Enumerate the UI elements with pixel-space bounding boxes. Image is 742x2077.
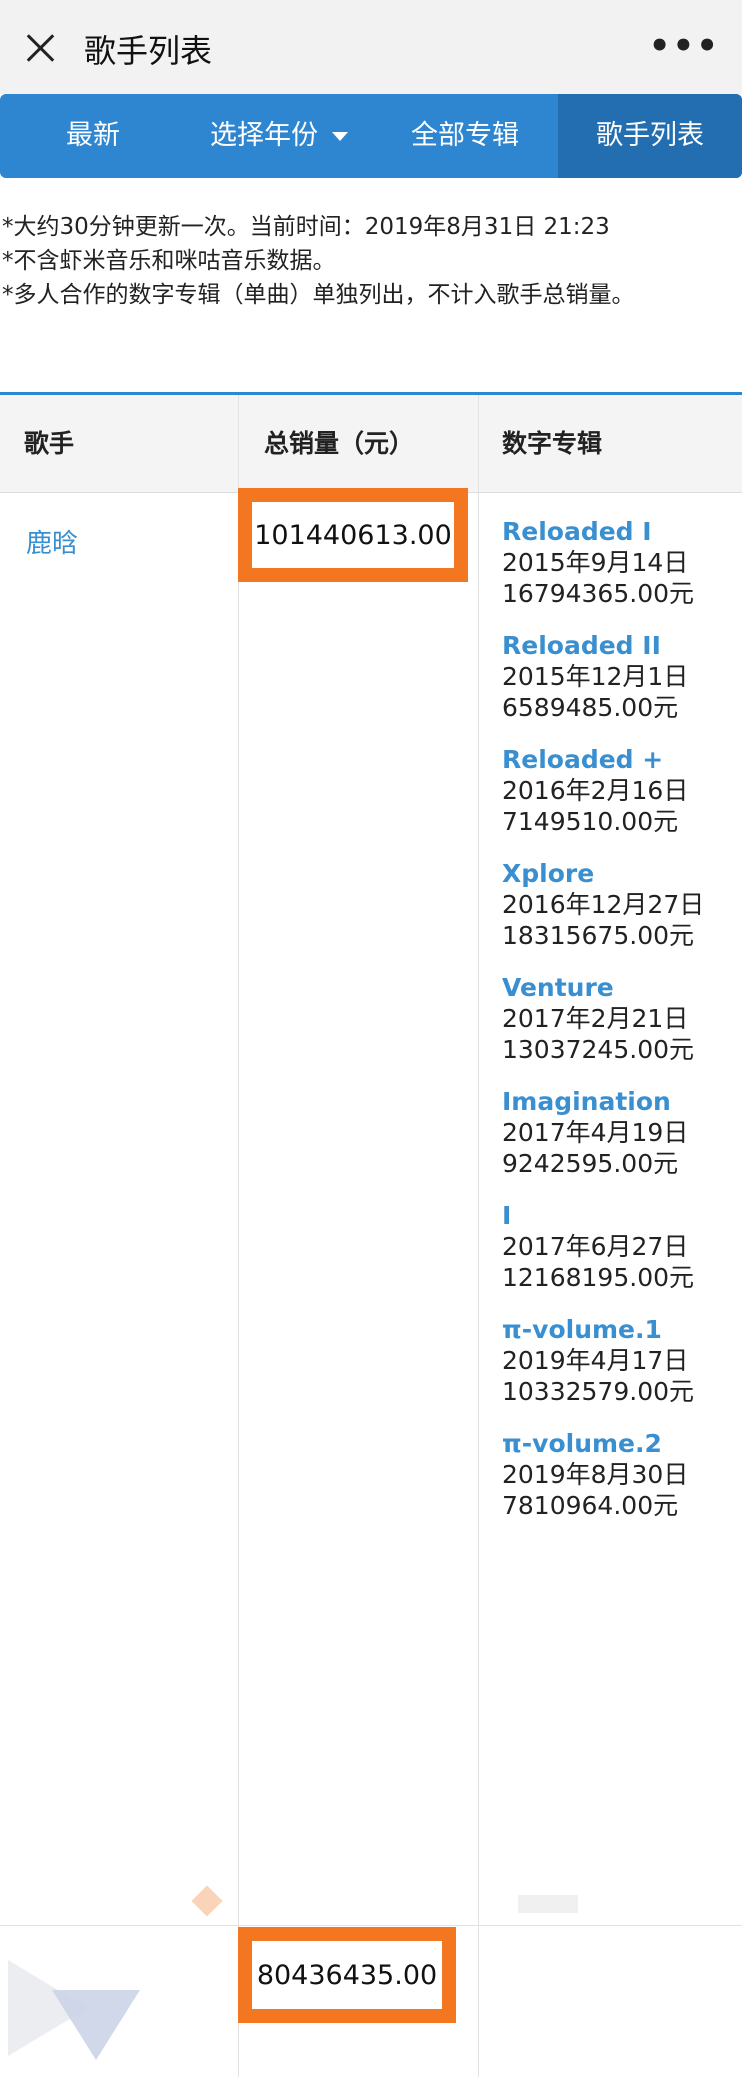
album-sales: 7810964.00元 <box>502 1491 679 1520</box>
album-item: π-volume.1 2019年4月17日 10332579.00元 <box>502 1315 732 1407</box>
album-date: 2019年8月30日 <box>502 1460 689 1489</box>
album-sales: 18315675.00元 <box>502 921 695 950</box>
album-item: Reloaded + 2016年2月16日 7149510.00元 <box>502 745 732 837</box>
tab-bar: 最新 选择年份 全部专辑 歌手列表 <box>0 94 742 178</box>
album-item: Reloaded I 2015年9月14日 16794365.00元 <box>502 517 732 609</box>
album-list: Reloaded I 2015年9月14日 16794365.00元 Reloa… <box>502 517 732 1543</box>
notes: *大约30分钟更新一次。当前时间：2019年8月31日 21:23 *不含虾米音… <box>2 210 740 312</box>
album-date: 2017年2月21日 <box>502 1004 689 1033</box>
chevron-down-icon <box>332 132 348 141</box>
album-sales: 6589485.00元 <box>502 693 679 722</box>
album-date: 2019年4月17日 <box>502 1346 689 1375</box>
album-date: 2016年2月16日 <box>502 776 689 805</box>
total-sales-value: 101440613.00 <box>238 488 468 582</box>
album-link[interactable]: π-volume.1 <box>502 1315 732 1345</box>
album-date: 2015年12月1日 <box>502 662 689 691</box>
album-link[interactable]: Reloaded II <box>502 631 732 661</box>
page-title: 歌手列表 <box>84 32 213 70</box>
header-artist: 歌手 <box>24 429 75 458</box>
album-item: Imagination 2017年4月19日 9242595.00元 <box>502 1087 732 1179</box>
album-date: 2015年9月14日 <box>502 548 689 577</box>
album-link[interactable]: Reloaded + <box>502 745 732 775</box>
album-link[interactable]: Imagination <box>502 1087 732 1117</box>
album-date: 2017年6月27日 <box>502 1232 689 1261</box>
album-date: 2017年4月19日 <box>502 1118 689 1147</box>
note-collab: *多人合作的数字专辑（单曲）单独列出，不计入歌手总销量。 <box>2 282 635 308</box>
album-sales: 13037245.00元 <box>502 1035 695 1064</box>
artist-link[interactable]: 鹿晗 <box>26 523 78 560</box>
tab-artist-list[interactable]: 歌手列表 <box>558 94 742 178</box>
more-menu-icon[interactable]: ••• <box>649 26 720 66</box>
album-sales: 16794365.00元 <box>502 579 695 608</box>
table-header: 歌手 总销量（元） 数字专辑 <box>0 395 742 493</box>
total-sales-value: 80436435.00 <box>238 1927 456 2023</box>
sales-table: 歌手 总销量（元） 数字专辑 鹿晗 101440613.00 Reloaded … <box>0 392 742 2077</box>
album-sales: 7149510.00元 <box>502 807 679 836</box>
tab-select-year[interactable]: 选择年份 <box>186 94 372 178</box>
note-update: *大约30分钟更新一次。当前时间：2019年8月31日 21:23 <box>2 214 610 240</box>
close-icon[interactable] <box>20 28 60 68</box>
album-date: 2016年12月27日 <box>502 890 705 919</box>
album-item: Reloaded II 2015年12月1日 6589485.00元 <box>502 631 732 723</box>
title-bar: 歌手列表 ••• <box>0 0 742 94</box>
header-albums: 数字专辑 <box>502 429 603 458</box>
album-link[interactable]: π-volume.2 <box>502 1429 732 1459</box>
row-divider <box>0 1925 742 1926</box>
album-sales: 9242595.00元 <box>502 1149 679 1178</box>
album-link[interactable]: I <box>502 1201 732 1231</box>
album-sales: 12168195.00元 <box>502 1263 695 1292</box>
blurred-logo-shape <box>52 1990 140 2060</box>
blurred-fragment <box>518 1895 578 1913</box>
album-item: Venture 2017年2月21日 13037245.00元 <box>502 973 732 1065</box>
note-exclusion: *不含虾米音乐和咪咕音乐数据。 <box>2 248 336 274</box>
column-divider <box>238 395 239 2077</box>
header-total-sales: 总销量（元） <box>264 429 415 458</box>
tab-latest[interactable]: 最新 <box>0 94 186 178</box>
album-link[interactable]: Xplore <box>502 859 732 889</box>
tab-all-albums[interactable]: 全部专辑 <box>372 94 558 178</box>
album-item: π-volume.2 2019年8月30日 7810964.00元 <box>502 1429 732 1521</box>
album-link[interactable]: Reloaded I <box>502 517 732 547</box>
album-sales: 10332579.00元 <box>502 1377 695 1406</box>
album-item: Xplore 2016年12月27日 18315675.00元 <box>502 859 732 951</box>
column-divider <box>478 395 479 2077</box>
album-link[interactable]: Venture <box>502 973 732 1003</box>
album-item: I 2017年6月27日 12168195.00元 <box>502 1201 732 1293</box>
